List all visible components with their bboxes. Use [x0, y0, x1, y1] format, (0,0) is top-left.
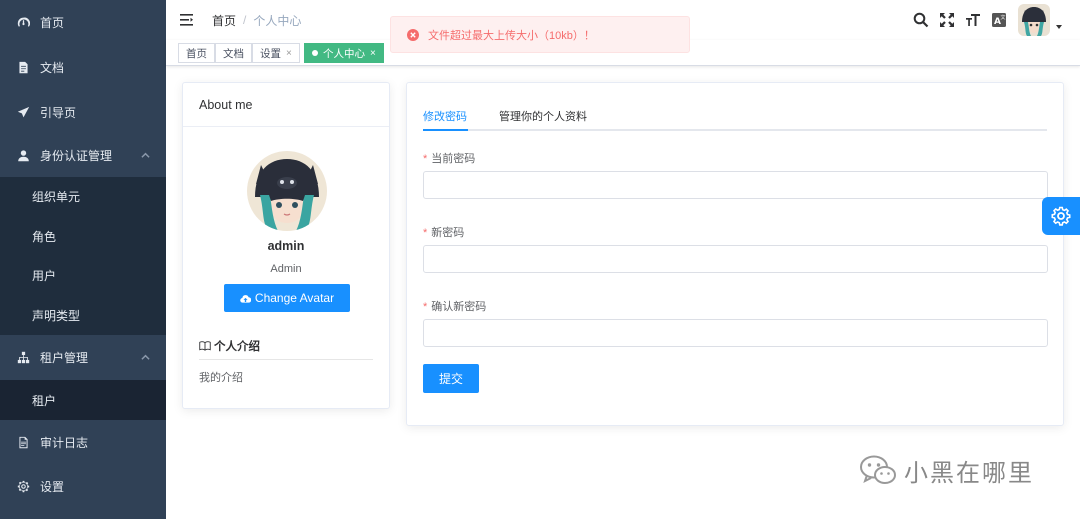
watermark: 小黑在哪里	[858, 450, 1034, 490]
cloud-upload-icon	[240, 294, 251, 303]
user-role: Admin	[270, 263, 302, 275]
chevron-up-icon	[141, 149, 150, 163]
font-size-icon[interactable]	[964, 11, 982, 29]
required-mark: *	[423, 227, 428, 239]
gear-icon	[16, 479, 30, 493]
current-password-input[interactable]	[423, 171, 1048, 199]
change-avatar-label: Change Avatar	[254, 291, 335, 305]
current-password-label: * 当前密码	[423, 150, 475, 166]
fullscreen-icon[interactable]	[938, 11, 956, 29]
avatar[interactable]	[1018, 4, 1050, 36]
log-icon	[16, 435, 30, 449]
user-name: admin	[267, 239, 305, 253]
guide-icon	[16, 105, 30, 119]
sidebar-item-label: 审计日志	[40, 435, 89, 450]
tabs: 修改密码 管理你的个人资料	[423, 107, 1047, 131]
hamburger-icon[interactable]	[180, 13, 194, 27]
sidebar-item-tenant-management[interactable]: 租户管理	[0, 335, 166, 380]
dashboard-icon	[16, 15, 30, 29]
sidebar-item-roles[interactable]: 角色	[0, 217, 166, 257]
field-label: 确认新密码	[431, 301, 487, 313]
sidebar-item-identity[interactable]: 身份认证管理	[0, 134, 166, 177]
gear-icon	[1051, 206, 1071, 226]
error-toast: 文件超过最大上传大小（10kb）！	[390, 16, 690, 53]
settings-drawer-button[interactable]	[1042, 197, 1080, 235]
sidebar-item-label: 首页	[40, 15, 65, 30]
submenu-identity: 组织单元 角色 用户 声明类型	[0, 177, 166, 335]
breadcrumb-home[interactable]: 首页	[212, 12, 236, 29]
sidebar-item-label: 租户管理	[40, 351, 89, 365]
tree-icon	[16, 351, 30, 365]
sidebar-item-org-units[interactable]: 组织单元	[0, 177, 166, 217]
sidebar-item-settings[interactable]: 设置	[0, 464, 166, 508]
divider	[199, 359, 373, 360]
language-icon[interactable]: A文	[990, 11, 1008, 29]
new-password-input[interactable]	[423, 245, 1048, 273]
tag-profile[interactable]: 个人中心 ×	[304, 43, 384, 63]
sidebar-item-home[interactable]: 首页	[0, 0, 166, 44]
profile-avatar	[247, 151, 327, 231]
tab-manage-profile[interactable]: 管理你的个人资料	[499, 108, 587, 130]
tag-label: 个人中心	[323, 47, 365, 60]
sidebar-item-label: 设置	[40, 479, 65, 494]
tag-label: 首页	[186, 47, 207, 60]
sidebar-item-guide[interactable]: 引导页	[0, 90, 166, 134]
about-me-title: About me	[183, 83, 389, 127]
field-label: 新密码	[431, 227, 465, 239]
tag-docs[interactable]: 文档	[215, 43, 252, 63]
new-password-label: * 新密码	[423, 224, 464, 240]
submenu-tenant: 租户	[0, 380, 166, 420]
tag-home[interactable]: 首页	[178, 43, 215, 63]
sidebar-item-label: 文档	[40, 60, 65, 75]
sidebar-item-label: 引导页	[40, 105, 77, 120]
sidebar-item-claim-types[interactable]: 声明类型	[0, 296, 166, 336]
breadcrumb-current: 个人中心	[253, 13, 302, 28]
chevron-down-icon[interactable]	[1056, 25, 1062, 29]
document-icon	[16, 60, 30, 74]
intro-title-label: 个人介绍	[214, 341, 260, 353]
password-card: 修改密码 管理你的个人资料 * 当前密码 * 新密码 * 确认新密码 提交	[406, 82, 1064, 426]
intro-title: 个人介绍	[199, 338, 260, 354]
tab-change-password[interactable]: 修改密码	[423, 108, 467, 130]
watermark-text: 小黑在哪里	[904, 459, 1034, 487]
sidebar-item-users[interactable]: 用户	[0, 256, 166, 296]
search-icon[interactable]	[912, 11, 930, 29]
wechat-icon	[860, 455, 896, 484]
book-icon	[199, 341, 211, 351]
close-icon[interactable]: ×	[370, 48, 376, 59]
tag-label: 文档	[223, 47, 244, 60]
sidebar-item-label: 身份认证管理	[40, 149, 113, 163]
toast-message: 文件超过最大上传大小（10kb）！	[428, 29, 595, 42]
sidebar-item-audit-logs[interactable]: 审计日志	[0, 420, 166, 464]
submit-button[interactable]: 提交	[423, 364, 479, 393]
active-dot	[312, 50, 318, 56]
tag-settings[interactable]: 设置 ×	[252, 43, 300, 63]
error-icon	[407, 28, 419, 41]
tag-label: 设置	[260, 47, 281, 60]
field-label: 当前密码	[431, 153, 476, 165]
chevron-up-icon	[141, 351, 150, 365]
navbar-right: A文	[904, 0, 1062, 40]
user-icon	[16, 149, 30, 163]
svg-text:文: 文	[1001, 14, 1006, 21]
breadcrumb-separator: /	[243, 13, 247, 27]
intro-text: 我的介绍	[199, 372, 243, 384]
sidebar: 首页 文档 引导页 身份认证管理 组织单元 角色 用户 声明类型 租户管理 租户…	[0, 0, 166, 519]
active-tab-indicator	[423, 129, 468, 131]
confirm-password-input[interactable]	[423, 319, 1048, 347]
breadcrumb: 首页 / 个人中心	[212, 12, 301, 29]
sidebar-item-tenants[interactable]: 租户	[0, 380, 166, 420]
close-icon[interactable]: ×	[286, 48, 292, 59]
confirm-password-label: * 确认新密码	[423, 298, 486, 314]
sidebar-item-docs[interactable]: 文档	[0, 44, 166, 90]
required-mark: *	[423, 301, 428, 313]
change-avatar-button[interactable]: Change Avatar	[224, 284, 350, 312]
required-mark: *	[423, 153, 428, 165]
about-me-card: About me admin Admin Change Avatar 个人介绍 …	[182, 82, 390, 409]
